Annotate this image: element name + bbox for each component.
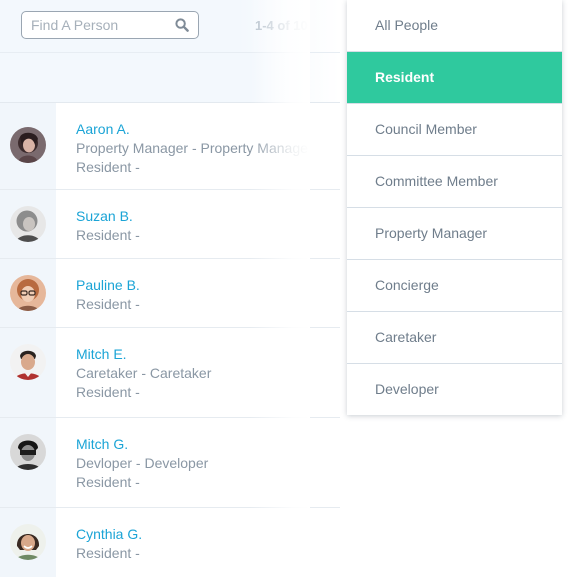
avatar[interactable] bbox=[10, 275, 46, 311]
avatar[interactable] bbox=[10, 344, 46, 380]
person-role: Resident - bbox=[76, 384, 140, 400]
person-name[interactable]: Cynthia G. bbox=[76, 525, 308, 544]
toolbar: 1-4 of 10 bbox=[0, 0, 340, 53]
person-name[interactable]: Mitch G. bbox=[76, 435, 308, 454]
filter-option-resident[interactable]: Resident bbox=[347, 52, 562, 104]
person-role: Resident - bbox=[76, 296, 140, 312]
person-role: Caretaker - Caretaker bbox=[76, 365, 212, 381]
filter-option-label: Developer bbox=[375, 381, 439, 397]
filter-option-label: Committee Member bbox=[375, 173, 498, 189]
list-header-bar bbox=[0, 53, 340, 103]
person-name[interactable]: Pauline B. bbox=[76, 276, 308, 295]
avatar[interactable] bbox=[10, 127, 46, 163]
person-row[interactable]: Aaron A. Property Manager - Property Man… bbox=[0, 103, 340, 190]
filter-option-label: All People bbox=[375, 17, 439, 33]
filter-option-label: Property Manager bbox=[375, 225, 488, 241]
filter-option-label: Council Member bbox=[375, 121, 477, 137]
person-info: Aaron A. Property Manager - Property Man… bbox=[76, 120, 308, 177]
filter-option-developer[interactable]: Developer bbox=[347, 364, 562, 415]
search-icon[interactable] bbox=[175, 18, 189, 32]
filter-option-label: Caretaker bbox=[375, 329, 437, 345]
role-filter-dropdown: All People Resident Council Member Commi… bbox=[347, 0, 562, 415]
people-list: Aaron A. Property Manager - Property Man… bbox=[0, 103, 340, 577]
filter-option-property-manager[interactable]: Property Manager bbox=[347, 208, 562, 260]
search-box[interactable] bbox=[21, 11, 199, 39]
filter-option-label: Resident bbox=[375, 69, 435, 85]
person-info: Mitch G. Devloper - Developer Resident - bbox=[76, 435, 308, 492]
people-list-panel: 1-4 of 10 Aaron A. Property Manager - Pr… bbox=[0, 0, 340, 577]
person-info: Mitch E. Caretaker - Caretaker Resident … bbox=[76, 345, 308, 402]
person-role: Resident - bbox=[76, 227, 140, 243]
person-info: Cynthia G. Resident - bbox=[76, 525, 308, 563]
person-role: Devloper - Developer bbox=[76, 455, 209, 471]
person-row[interactable]: Suzan B. Resident - bbox=[0, 190, 340, 259]
filter-option-label: Concierge bbox=[375, 277, 439, 293]
person-role: Resident - bbox=[76, 474, 140, 490]
person-role: Property Manager - Property Manager bbox=[76, 140, 308, 156]
person-name[interactable]: Mitch E. bbox=[76, 345, 308, 364]
filter-option-committee-member[interactable]: Committee Member bbox=[347, 156, 562, 208]
people-directory-page: 1-4 of 10 Aaron A. Property Manager - Pr… bbox=[0, 0, 574, 577]
search-input[interactable] bbox=[31, 16, 171, 34]
avatar[interactable] bbox=[10, 206, 46, 242]
avatar[interactable] bbox=[10, 524, 46, 560]
person-info: Pauline B. Resident - bbox=[76, 276, 308, 314]
pagination-count: 1-4 of 10 bbox=[255, 18, 308, 33]
person-row[interactable]: Mitch E. Caretaker - Caretaker Resident … bbox=[0, 328, 340, 418]
person-row[interactable]: Cynthia G. Resident - bbox=[0, 508, 340, 577]
person-role: Resident - bbox=[76, 159, 140, 175]
person-row[interactable]: Mitch G. Devloper - Developer Resident - bbox=[0, 418, 340, 508]
avatar[interactable] bbox=[10, 434, 46, 470]
person-row[interactable]: Pauline B. Resident - bbox=[0, 259, 340, 328]
filter-option-all-people[interactable]: All People bbox=[347, 0, 562, 52]
person-info: Suzan B. Resident - bbox=[76, 207, 308, 245]
filter-option-council-member[interactable]: Council Member bbox=[347, 104, 562, 156]
person-role: Resident - bbox=[76, 545, 140, 561]
person-name[interactable]: Aaron A. bbox=[76, 120, 308, 139]
filter-option-caretaker[interactable]: Caretaker bbox=[347, 312, 562, 364]
person-name[interactable]: Suzan B. bbox=[76, 207, 308, 226]
filter-option-concierge[interactable]: Concierge bbox=[347, 260, 562, 312]
